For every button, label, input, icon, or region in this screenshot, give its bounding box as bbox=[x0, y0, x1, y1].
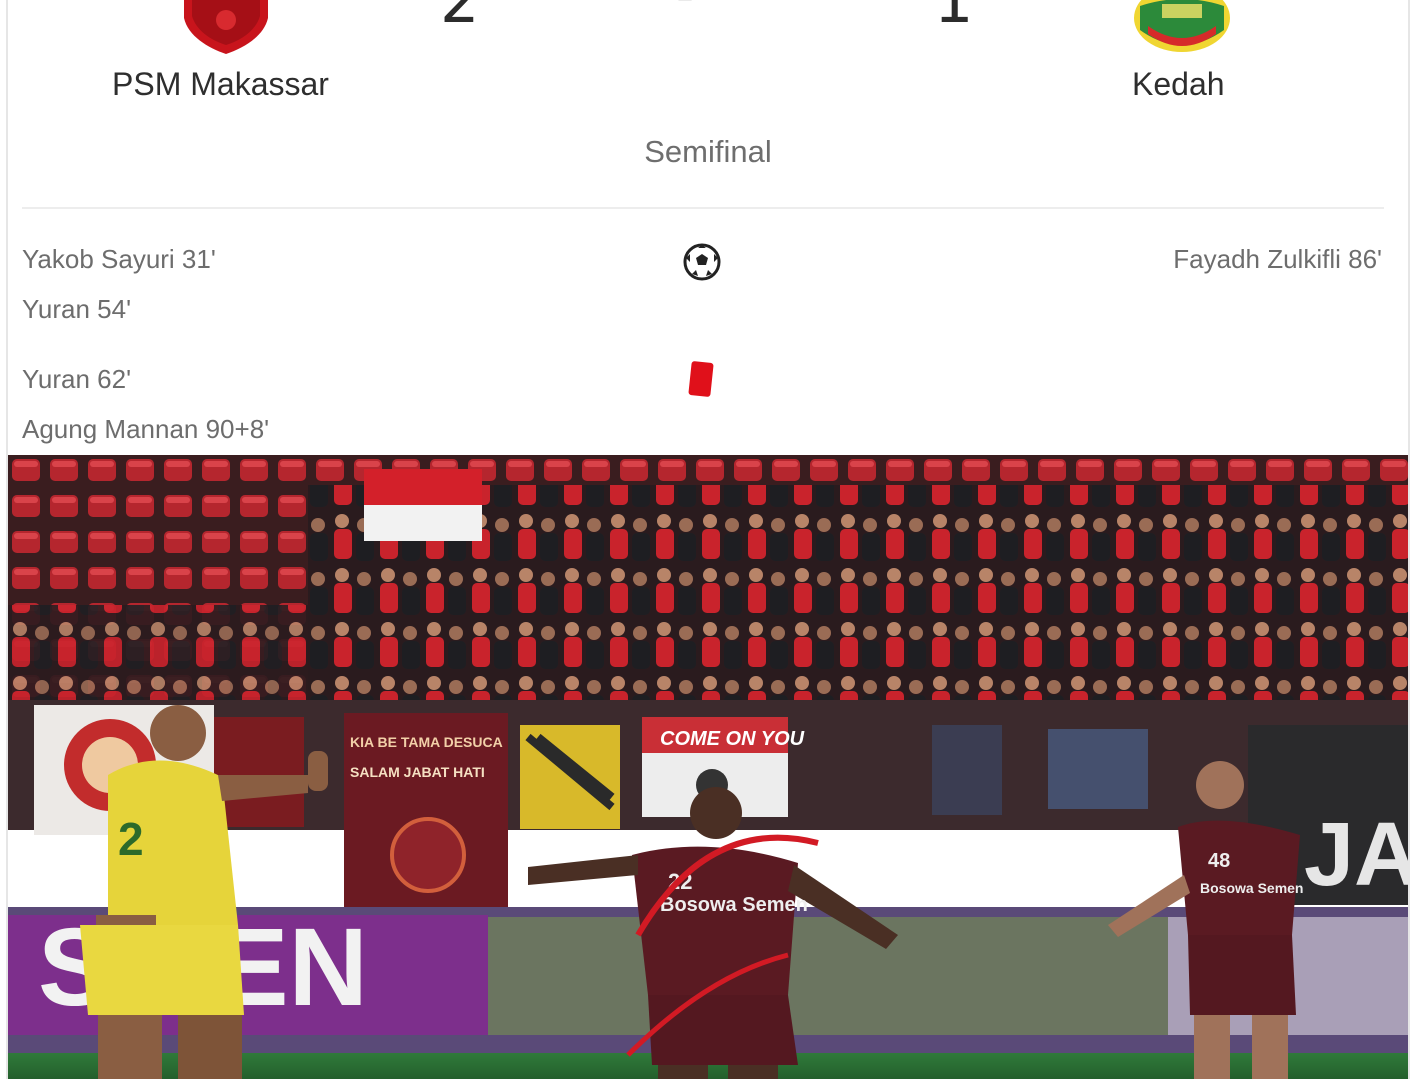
svg-text:KIA BE TAMA DESUCA: KIA BE TAMA DESUCA bbox=[350, 734, 503, 750]
soccer-ball-icon bbox=[683, 243, 721, 281]
home-score: 2 bbox=[440, 0, 480, 37]
board-text: JA bbox=[1304, 805, 1408, 905]
svg-text:48: 48 bbox=[1208, 850, 1230, 872]
svg-text:Bosowa Semen: Bosowa Semen bbox=[1200, 880, 1303, 896]
svg-text:2: 2 bbox=[118, 813, 144, 865]
home-goal-event: Yakob Sayuri 31' bbox=[22, 244, 216, 274]
banner-salam-jabat-hati: KIA BE TAMA DESUCA SALAM JABAT HATI bbox=[344, 713, 508, 911]
score-card[interactable]: 2 - 1 PSM Makassar Kedah Semifinal Yakob… bbox=[8, 0, 1408, 455]
home-red-card-event: Agung Mannan 90+8' bbox=[22, 414, 270, 444]
score-separator: - bbox=[676, 0, 694, 24]
red-card-icon bbox=[688, 361, 714, 397]
svg-text:SALAM JABAT HATI: SALAM JABAT HATI bbox=[350, 764, 485, 780]
svg-text:COME ON YOU: COME ON YOU bbox=[660, 728, 805, 750]
home-red-card-event: Yuran 62' bbox=[22, 364, 132, 394]
divider bbox=[22, 207, 1384, 209]
match-post: 2 - 1 PSM Makassar Kedah Semifinal Yakob… bbox=[6, 0, 1410, 1079]
match-stage: Semifinal bbox=[644, 134, 772, 169]
match-photo[interactable]: KIA BE TAMA DESUCA SALAM JABAT HATI COME… bbox=[8, 455, 1408, 1079]
away-team-name[interactable]: Kedah bbox=[1132, 66, 1225, 103]
home-team-name[interactable]: PSM Makassar bbox=[112, 66, 329, 103]
home-goal-event: Yuran 54' bbox=[22, 294, 132, 324]
away-goal-event: Fayadh Zulkifli 86' bbox=[1173, 244, 1382, 274]
banner-yellow bbox=[520, 725, 620, 829]
away-score: 1 bbox=[934, 0, 974, 37]
svg-text:Bosowa Semen: Bosowa Semen bbox=[660, 894, 808, 916]
psm-crest-icon bbox=[184, 0, 268, 54]
indonesia-flag bbox=[364, 469, 482, 541]
kedah-crest-icon bbox=[1134, 0, 1230, 52]
